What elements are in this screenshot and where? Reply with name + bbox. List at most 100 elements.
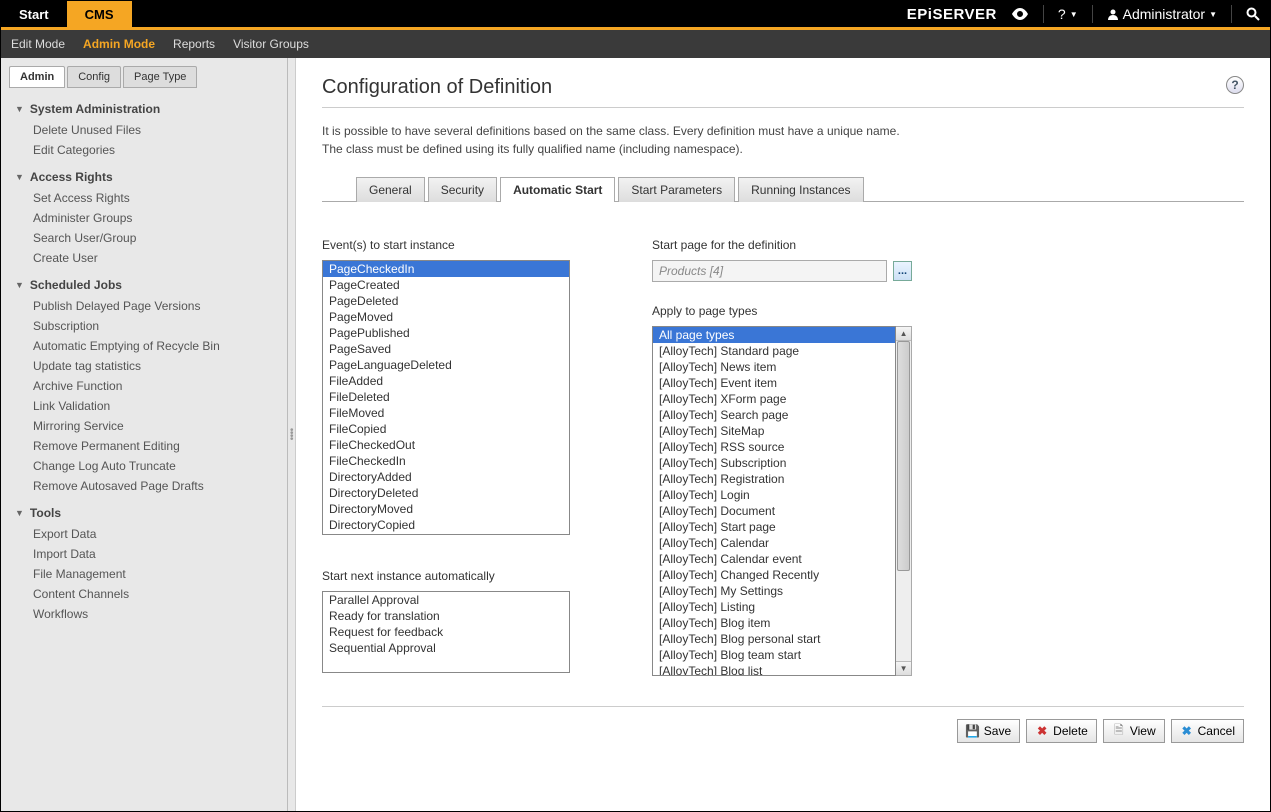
tree-item[interactable]: File Management bbox=[9, 564, 287, 584]
list-item[interactable]: PageDeleted bbox=[323, 293, 569, 309]
list-item[interactable]: [AlloyTech] Calendar bbox=[653, 535, 895, 551]
list-item[interactable]: [AlloyTech] Listing bbox=[653, 599, 895, 615]
list-item[interactable]: [AlloyTech] Subscription bbox=[653, 455, 895, 471]
tree-item[interactable]: Set Access Rights bbox=[9, 188, 287, 208]
list-item[interactable]: Sequential Approval bbox=[323, 640, 569, 656]
subnav-item-edit-mode[interactable]: Edit Mode bbox=[11, 37, 65, 51]
list-item[interactable]: DirectoryCopied bbox=[323, 517, 569, 533]
tree-item[interactable]: Publish Delayed Page Versions bbox=[9, 296, 287, 316]
tree-item[interactable]: Workflows bbox=[9, 604, 287, 624]
tree-item[interactable]: Remove Autosaved Page Drafts bbox=[9, 476, 287, 496]
list-item[interactable]: [AlloyTech] Registration bbox=[653, 471, 895, 487]
section-tab-security[interactable]: Security bbox=[428, 177, 497, 202]
list-item[interactable]: PageSaved bbox=[323, 341, 569, 357]
section-tab-general[interactable]: General bbox=[356, 177, 425, 202]
subnav-item-admin-mode[interactable]: Admin Mode bbox=[83, 37, 155, 51]
admin-tab-config[interactable]: Config bbox=[67, 66, 121, 88]
list-item[interactable]: FileCheckedOut bbox=[323, 437, 569, 453]
list-item[interactable]: DirectoryMoved bbox=[323, 501, 569, 517]
section-tab-start-parameters[interactable]: Start Parameters bbox=[618, 177, 735, 202]
list-item[interactable]: [AlloyTech] Login bbox=[653, 487, 895, 503]
tree-item[interactable]: Mirroring Service bbox=[9, 416, 287, 436]
scroll-down-icon[interactable]: ▼ bbox=[896, 661, 911, 675]
list-item[interactable]: PageLanguageDeleted bbox=[323, 357, 569, 373]
tree-item[interactable]: Import Data bbox=[9, 544, 287, 564]
pagetypes-listbox[interactable]: All page types[AlloyTech] Standard page[… bbox=[652, 326, 896, 676]
cancel-button[interactable]: ✖Cancel bbox=[1171, 719, 1244, 743]
list-item[interactable]: FileMoved bbox=[323, 405, 569, 421]
tree-item[interactable]: Remove Permanent Editing bbox=[9, 436, 287, 456]
tree-item[interactable]: Change Log Auto Truncate bbox=[9, 456, 287, 476]
tree-item[interactable]: Archive Function bbox=[9, 376, 287, 396]
list-item[interactable]: [AlloyTech] Calendar event bbox=[653, 551, 895, 567]
tree-section-tools[interactable]: ▼Tools bbox=[9, 502, 287, 524]
tree-item[interactable]: Search User/Group bbox=[9, 228, 287, 248]
list-item[interactable]: [AlloyTech] Blog team start bbox=[653, 647, 895, 663]
user-menu[interactable]: Administrator ▼ bbox=[1107, 6, 1217, 22]
tree-item[interactable]: Update tag statistics bbox=[9, 356, 287, 376]
search-icon[interactable] bbox=[1246, 7, 1260, 21]
tree-item[interactable]: Link Validation bbox=[9, 396, 287, 416]
list-item[interactable]: FileAdded bbox=[323, 373, 569, 389]
list-item[interactable]: PagePublished bbox=[323, 325, 569, 341]
events-listbox[interactable]: PageCheckedInPageCreatedPageDeletedPageM… bbox=[322, 260, 570, 535]
list-item[interactable]: [AlloyTech] Start page bbox=[653, 519, 895, 535]
list-item[interactable]: PageCreated bbox=[323, 277, 569, 293]
tree-section-scheduled-jobs[interactable]: ▼Scheduled Jobs bbox=[9, 274, 287, 296]
splitter[interactable]: •••• bbox=[288, 58, 296, 811]
tree-item[interactable]: Delete Unused Files bbox=[9, 120, 287, 140]
tree-section-system-administration[interactable]: ▼System Administration bbox=[9, 98, 287, 120]
save-button[interactable]: 💾Save bbox=[957, 719, 1020, 743]
startpage-input[interactable] bbox=[652, 260, 887, 282]
list-item[interactable]: Parallel Approval bbox=[323, 592, 569, 608]
list-item[interactable]: [AlloyTech] Standard page bbox=[653, 343, 895, 359]
list-item[interactable]: [AlloyTech] XForm page bbox=[653, 391, 895, 407]
subnav-item-reports[interactable]: Reports bbox=[173, 37, 215, 51]
list-item[interactable]: [AlloyTech] Blog item bbox=[653, 615, 895, 631]
tree-item[interactable]: Automatic Emptying of Recycle Bin bbox=[9, 336, 287, 356]
list-item[interactable]: [AlloyTech] Blog list bbox=[653, 663, 895, 676]
subnav-item-visitor-groups[interactable]: Visitor Groups bbox=[233, 37, 309, 51]
list-item[interactable]: PageCheckedIn bbox=[323, 261, 569, 277]
scroll-up-icon[interactable]: ▲ bbox=[896, 327, 911, 341]
list-item[interactable]: FileCopied bbox=[323, 421, 569, 437]
next-instance-listbox[interactable]: Parallel ApprovalReady for translationRe… bbox=[322, 591, 570, 673]
scrollbar[interactable]: ▲ ▼ bbox=[896, 326, 912, 676]
list-item[interactable]: [AlloyTech] News item bbox=[653, 359, 895, 375]
tree-item[interactable]: Content Channels bbox=[9, 584, 287, 604]
list-item[interactable]: DirectoryAdded bbox=[323, 469, 569, 485]
list-item[interactable]: FileDeleted bbox=[323, 389, 569, 405]
section-tab-running-instances[interactable]: Running Instances bbox=[738, 177, 863, 202]
admin-tab-admin[interactable]: Admin bbox=[9, 66, 65, 88]
list-item[interactable]: Ready for translation bbox=[323, 608, 569, 624]
list-item[interactable]: [AlloyTech] My Settings bbox=[653, 583, 895, 599]
help-menu[interactable]: ? ▼ bbox=[1058, 6, 1078, 22]
browse-button[interactable]: ... bbox=[893, 261, 912, 281]
list-item[interactable]: [AlloyTech] SiteMap bbox=[653, 423, 895, 439]
delete-button[interactable]: ✖Delete bbox=[1026, 719, 1097, 743]
list-item[interactable]: PageMoved bbox=[323, 309, 569, 325]
list-item[interactable]: FileCheckedIn bbox=[323, 453, 569, 469]
section-tab-automatic-start[interactable]: Automatic Start bbox=[500, 177, 615, 202]
scroll-thumb[interactable] bbox=[897, 341, 910, 571]
list-item[interactable]: [AlloyTech] Search page bbox=[653, 407, 895, 423]
topbar-tab-cms[interactable]: CMS bbox=[67, 1, 132, 27]
list-item[interactable]: [AlloyTech] Blog personal start bbox=[653, 631, 895, 647]
eye-icon[interactable] bbox=[1011, 8, 1029, 20]
tree-item[interactable]: Administer Groups bbox=[9, 208, 287, 228]
tree-item[interactable]: Create User bbox=[9, 248, 287, 268]
admin-tab-page-type[interactable]: Page Type bbox=[123, 66, 197, 88]
list-item[interactable]: [AlloyTech] RSS source bbox=[653, 439, 895, 455]
topbar-tab-start[interactable]: Start bbox=[1, 1, 67, 27]
list-item[interactable]: All page types bbox=[653, 327, 895, 343]
list-item[interactable]: [AlloyTech] Event item bbox=[653, 375, 895, 391]
tree-item[interactable]: Edit Categories bbox=[9, 140, 287, 160]
view-button[interactable]: 🗎View bbox=[1103, 719, 1165, 743]
list-item[interactable]: DirectoryDeleted bbox=[323, 485, 569, 501]
list-item[interactable]: [AlloyTech] Document bbox=[653, 503, 895, 519]
tree-section-access-rights[interactable]: ▼Access Rights bbox=[9, 166, 287, 188]
list-item[interactable]: Request for feedback bbox=[323, 624, 569, 640]
tree-item[interactable]: Subscription bbox=[9, 316, 287, 336]
tree-item[interactable]: Export Data bbox=[9, 524, 287, 544]
help-icon[interactable]: ? bbox=[1226, 76, 1244, 94]
